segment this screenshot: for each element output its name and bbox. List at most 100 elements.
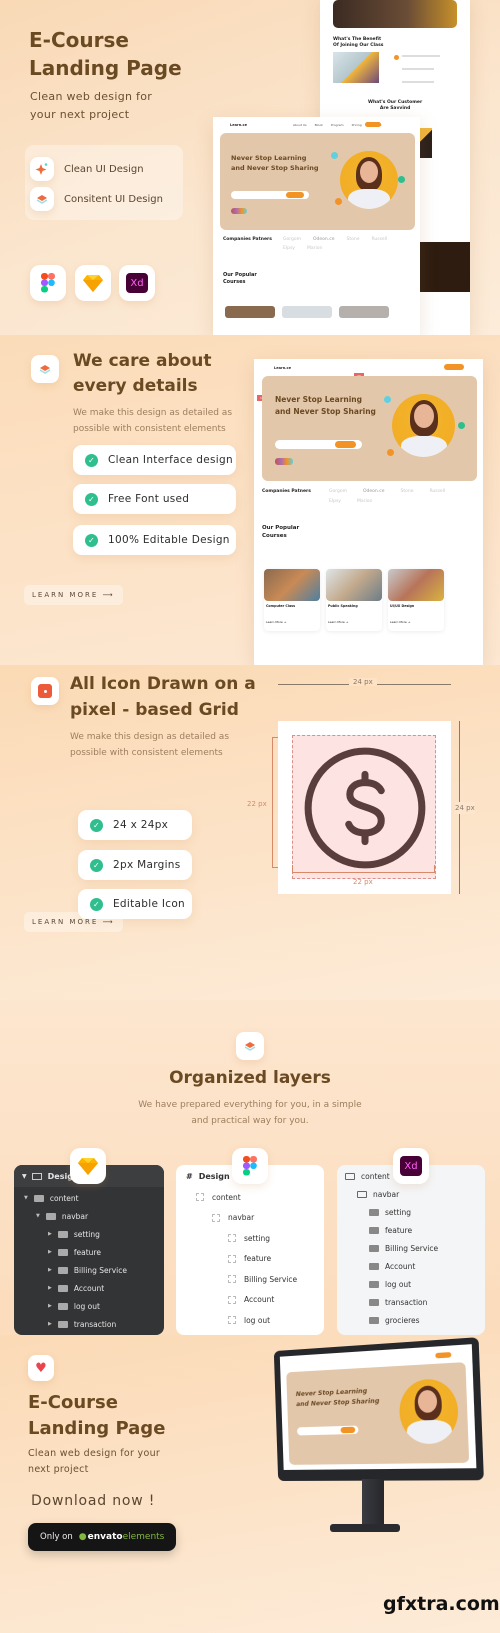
mockup-hero-title: Never Stop Learning and Never Stop Shari… [231,153,318,173]
layer-row[interactable]: ▼ content [14,1189,164,1207]
sketch-layer-list: ▼ content ▼ navbar ▶ setting ▶ feature ▶ Billing … [14,1187,164,1333]
hero-section: E-Course Landing Page Clean web design f… [0,0,500,335]
layer-row[interactable]: Account [337,1257,485,1275]
folder-icon [345,1172,355,1180]
dimension-label-bottom: 22 px [353,878,373,886]
mockup-hero: Never Stop Learning and Never Stop Shari… [286,1362,470,1465]
decor-dot [335,198,342,205]
sketch-icon [70,1148,106,1184]
benefit-title: What's The Benefit Of Joining Our Class [333,37,383,49]
download-title-line1: E-Course [28,1392,118,1413]
layer-label: Billing Service [73,1265,127,1275]
layer-row[interactable]: ▶ Billing Service [14,1261,164,1279]
layer-row[interactable]: ▶ log out [14,1297,164,1315]
imac-monitor: Never Stop Learning and Never Stop Shari… [273,1337,484,1482]
check-icon: ✓ [85,533,98,547]
expand-icon[interactable]: ▼ [36,1213,40,1219]
layer-row[interactable]: ▼ navbar [14,1207,164,1225]
layer-row[interactable]: Account [176,1290,324,1311]
feature-item: Consitent UI Design [30,187,163,211]
decor-dot [387,449,394,456]
folder-icon [357,1190,367,1198]
dimension-label-left: 22 px [247,800,267,808]
benefit-title-line2: Of Joining Our Class [333,43,384,48]
learn-more-link[interactable]: LEARN MORE ⟶ [24,912,123,932]
course-name: Public Speaking [328,604,358,608]
xd-icon-label: Xd [126,273,148,293]
layer-row[interactable]: transaction [337,1293,485,1311]
learn-more-link[interactable]: LEARN MORE ⟶ [24,585,123,605]
layer-label: Billing Service [244,1274,298,1284]
check-pill: ✓ 100% Editable Design [73,525,236,555]
mockup-hero-title-line1: Never Stop Learning [275,395,363,404]
partner-logo: Gorgom [283,237,302,242]
details-description: We make this design as detailed as possi… [73,405,232,437]
badge-brand: envato [87,1532,123,1542]
partner-logo: Elpsy [329,499,341,504]
mockup-logo: Learn.ce [230,123,247,127]
collapse-icon[interactable]: ▶ [48,1303,52,1309]
course-card: UI/UX Design Learn More → [388,569,444,631]
layer-label: log out [385,1279,412,1289]
placeholder-line [402,68,434,70]
folder-icon [57,1230,68,1238]
layer-row[interactable]: navbar [176,1208,324,1229]
figma-layers-panel: # Design content navbar setting feature Billi… [176,1165,324,1335]
collapse-icon[interactable]: ▶ [48,1267,52,1273]
details-description-line1: We make this design as detailed as [73,408,233,418]
benefit-image [333,52,379,83]
dimension-label-top: 24 px [349,678,377,686]
layer-row[interactable]: log out [176,1310,324,1331]
frame-icon [228,1254,236,1263]
folder-icon [369,1262,379,1270]
partners-title: Companies Patners [223,237,272,242]
folder-icon [57,1266,68,1274]
details-description-line2: possible with consistent elements [73,424,226,434]
placeholder-line [402,81,434,83]
course-thumbnail [326,569,382,601]
layer-row[interactable]: ▶ feature [14,1243,164,1261]
artboard-icon [31,1172,42,1180]
layer-label: log out [73,1301,100,1311]
mockup-hero-portrait [392,394,455,457]
hero-subtitle-line1: Clean web design for [30,90,153,103]
courses-title-line2: Courses [262,533,287,539]
layer-row[interactable]: Billing Service [337,1239,485,1257]
grid-feature-icon [31,677,59,705]
folder-icon [57,1320,68,1328]
courses-title-line2: Courses [223,279,246,285]
layer-row[interactable]: ▶ Account [14,1279,164,1297]
layer-label: Account [385,1261,416,1271]
layers-section: Organized layers We have prepared everyt… [0,1000,500,1335]
layer-row[interactable]: navbar [337,1185,485,1203]
layer-row[interactable]: setting [176,1228,324,1249]
mockup-hero-title: Never Stop Learning and Never Stop Shari… [296,1386,380,1410]
layer-label: Billing Service [385,1243,439,1253]
collapse-icon[interactable]: ▶ [48,1321,52,1327]
download-title-line2: Landing Page [28,1418,166,1439]
layer-row[interactable]: content [176,1187,324,1208]
layer-row[interactable]: ▶ transaction [14,1315,164,1333]
layer-row[interactable]: setting [337,1203,485,1221]
collapse-icon[interactable]: ▶ [48,1285,52,1291]
layer-row[interactable]: feature [176,1249,324,1270]
course-thumbnail [282,306,332,318]
sparkle-icon [30,157,54,181]
check-label: 24 x 24px [113,819,169,831]
check-icon: ✓ [90,858,103,872]
layer-row[interactable]: ▶ setting [14,1225,164,1243]
collapse-icon[interactable]: ▶ [48,1231,52,1237]
envato-badge-button[interactable]: Only on ● envato elements [28,1523,176,1551]
mockup-avatars [275,458,293,465]
layer-row[interactable]: Billing Service [176,1269,324,1290]
collapse-icon[interactable]: ▶ [48,1249,52,1255]
layers-icon [236,1032,264,1060]
check-pill: ✓ 2px Margins [78,850,192,880]
layer-row[interactable]: log out [337,1275,485,1293]
layer-row[interactable]: grocieres [337,1311,485,1329]
partners-list: Gorgom Odeon.ce Stone Russell Elpsy Mari… [283,237,393,251]
expand-icon[interactable]: ▼ [24,1195,28,1201]
layer-row[interactable]: feature [337,1221,485,1239]
layer-label: content [49,1193,79,1203]
icon-grid-description-line1: We make this design as detailed as [70,732,230,742]
